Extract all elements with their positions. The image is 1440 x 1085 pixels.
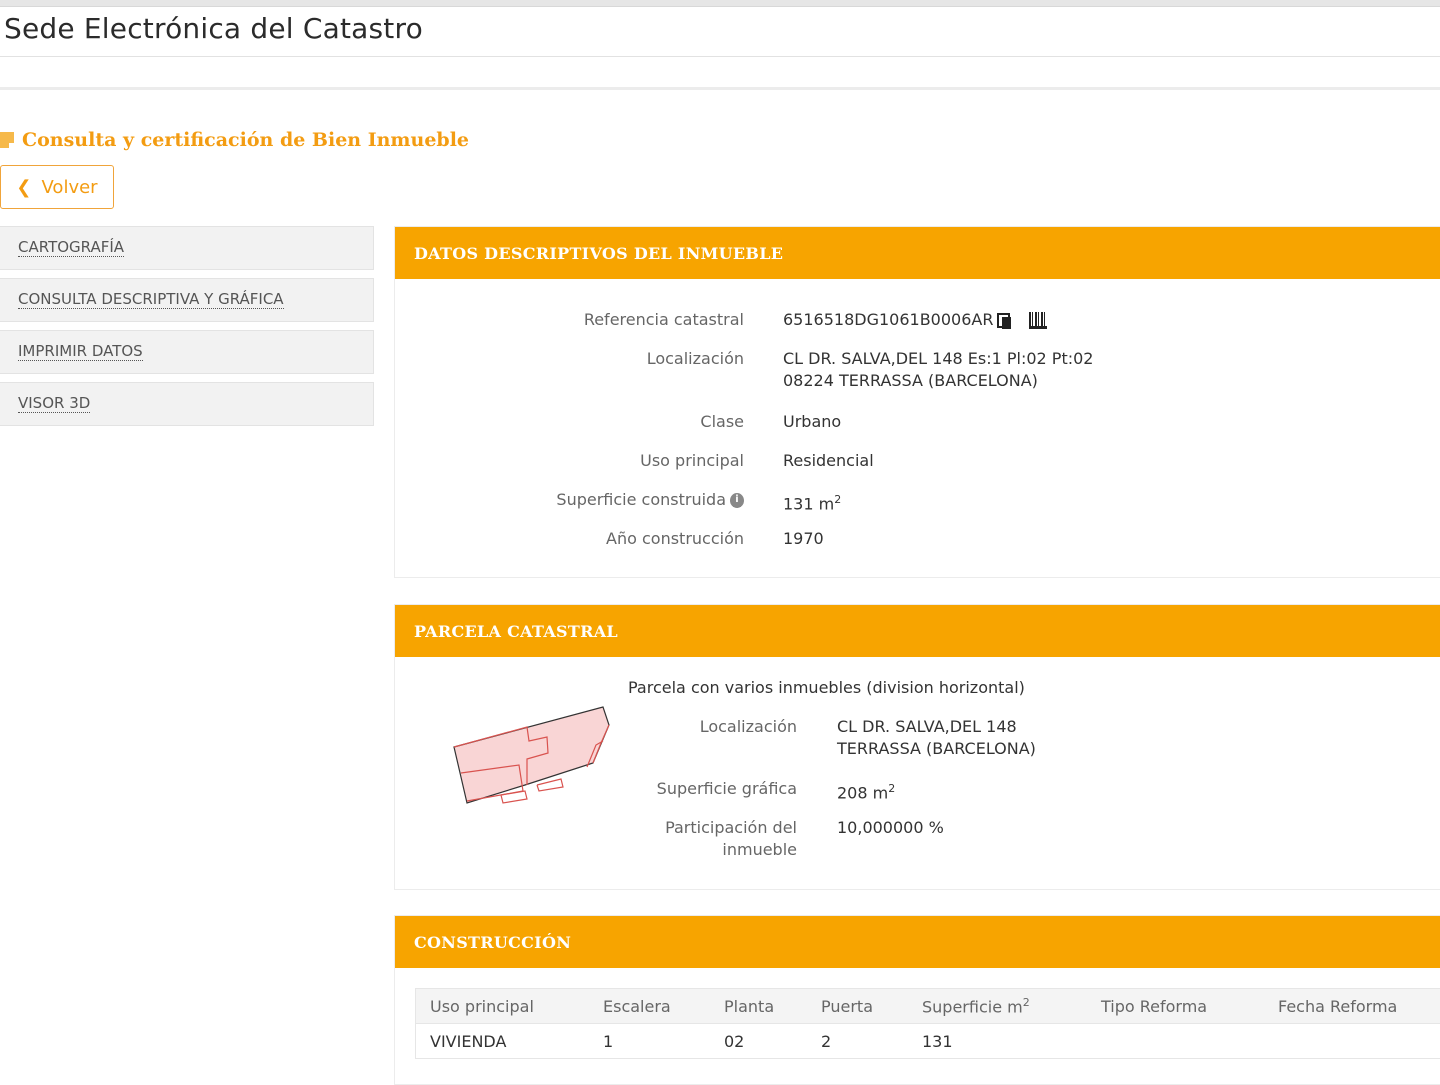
cell: 02 xyxy=(710,1023,807,1058)
loc-label: Localización xyxy=(646,349,744,368)
page-title-text: Consulta y certificación de Bien Inmuebl… xyxy=(22,129,470,151)
construccion-table: Uso principal Escalera Planta Puerta Sup… xyxy=(415,988,1440,1059)
panel-heading: CONSTRUCCIÓN xyxy=(395,916,1440,968)
panel-parcela-catastral: PARCELA CATASTRAL Parcela con varios inm… xyxy=(394,604,1440,890)
panel-construccion: CONSTRUCCIÓN Uso principal Escalera Plan… xyxy=(394,915,1440,1085)
sidebar-item-label[interactable]: IMPRIMIR DATOS xyxy=(18,343,143,361)
participacion-label-line-2: inmueble xyxy=(722,840,797,859)
panel-heading: PARCELA CATASTRAL xyxy=(395,605,1440,657)
sidebar: CARTOGRAFÍA CONSULTA DESCRIPTIVA Y GRÁFI… xyxy=(0,226,374,434)
info-icon[interactable]: i xyxy=(730,493,744,508)
loc-line-2: 08224 TERRASSA (BARCELONA) xyxy=(783,371,1038,390)
superficie-unit-exponent: 2 xyxy=(834,493,842,506)
participacion-label-line-1: Participación del xyxy=(665,818,797,837)
table-row: VIVIENDA 1 02 2 131 xyxy=(416,1023,1440,1058)
clase-label: Clase xyxy=(700,412,744,431)
sidebar-item-label[interactable]: CARTOGRAFÍA xyxy=(18,239,125,257)
col-header-exponent: 2 xyxy=(1022,995,1030,1009)
barcode-icon[interactable] xyxy=(1029,312,1048,329)
site-title: Sede Electrónica del Catastro xyxy=(4,12,423,45)
loc-value: CL DR. SALVA,DEL 148 Es:1 Pl:02 Pt:02 08… xyxy=(783,348,1093,392)
col-header: Superficie m2 xyxy=(908,989,1087,1024)
sidebar-item-label[interactable]: CONSULTA DESCRIPTIVA Y GRÁFICA xyxy=(18,291,284,309)
back-button-label: Volver xyxy=(41,176,98,198)
parcela-sup-value-row: 208 m2 xyxy=(837,778,895,804)
loc-line-1: CL DR. SALVA,DEL 148 Es:1 Pl:02 Pt:02 xyxy=(783,349,1094,368)
sidebar-item-consulta[interactable]: CONSULTA DESCRIPTIVA Y GRÁFICA xyxy=(0,278,374,322)
sidebar-item-imprimir[interactable]: IMPRIMIR DATOS xyxy=(0,330,374,374)
ref-value-row: 6516518DG1061B0006AR xyxy=(783,309,1048,331)
chevron-left-icon: ❮ xyxy=(16,176,32,198)
sidebar-item-cartografia[interactable]: CARTOGRAFÍA xyxy=(0,226,374,270)
table-header-row: Uso principal Escalera Planta Puerta Sup… xyxy=(416,989,1440,1024)
uso-value: Residencial xyxy=(783,451,874,470)
header-divider-bottom xyxy=(0,87,1440,90)
superficie-value-row: 131 m2 xyxy=(783,489,841,515)
anio-label: Año construcción xyxy=(606,529,744,548)
superficie-label-row: Superficie construida i xyxy=(395,489,744,511)
parcela-loc-label: Localización xyxy=(699,717,797,736)
ref-value: 6516518DG1061B0006AR xyxy=(783,310,994,329)
panel-datos-descriptivos: DATOS DESCRIPTIVOS DEL INMUEBLE Referenc… xyxy=(394,226,1440,578)
col-header: Uso principal xyxy=(416,989,589,1024)
cell: 131 xyxy=(908,1023,1087,1058)
top-bar xyxy=(0,0,1440,7)
panel-heading: DATOS DESCRIPTIVOS DEL INMUEBLE xyxy=(395,227,1440,279)
cell: VIVIENDA xyxy=(416,1023,589,1058)
parcela-loc-value: CL DR. SALVA,DEL 148 TERRASSA (BARCELONA… xyxy=(837,716,1036,760)
parcela-subtitle: Parcela con varios inmuebles (division h… xyxy=(628,678,1025,697)
cell: 1 xyxy=(589,1023,710,1058)
superficie-label: Superficie construida xyxy=(556,490,726,509)
superficie-value: 131 m xyxy=(783,494,835,514)
ref-label: Referencia catastral xyxy=(583,310,744,329)
header-divider xyxy=(0,56,1440,57)
participacion-value: 10,000000 % xyxy=(837,818,944,837)
sidebar-item-label[interactable]: VISOR 3D xyxy=(18,395,91,413)
participacion-label: Participación del inmueble xyxy=(395,817,797,861)
parcela-loc-line-2: TERRASSA (BARCELONA) xyxy=(837,739,1036,758)
clase-value: Urbano xyxy=(783,412,842,431)
uso-label: Uso principal xyxy=(640,451,744,470)
page-title: Consulta y certificación de Bien Inmuebl… xyxy=(0,128,469,152)
parcela-loc-line-1: CL DR. SALVA,DEL 148 xyxy=(837,717,1017,736)
anio-value: 1970 xyxy=(783,529,824,548)
cell xyxy=(1264,1023,1440,1058)
parcela-sup-label: Superficie gráfica xyxy=(656,779,797,798)
copy-icon[interactable] xyxy=(997,312,1012,329)
cell: 2 xyxy=(807,1023,908,1058)
parcela-sup-value: 208 m xyxy=(837,783,889,803)
parcela-sup-exponent: 2 xyxy=(888,782,896,795)
col-header: Escalera xyxy=(589,989,710,1024)
col-header: Puerta xyxy=(807,989,908,1024)
sidebar-item-visor-3d[interactable]: VISOR 3D xyxy=(0,382,374,426)
cell xyxy=(1087,1023,1264,1058)
col-header: Planta xyxy=(710,989,807,1024)
document-icon xyxy=(0,132,14,148)
col-header: Tipo Reforma xyxy=(1087,989,1264,1024)
back-button[interactable]: ❮ Volver xyxy=(0,165,114,209)
col-header-text: Superficie m xyxy=(922,997,1023,1017)
col-header: Fecha Reforma xyxy=(1264,989,1440,1024)
